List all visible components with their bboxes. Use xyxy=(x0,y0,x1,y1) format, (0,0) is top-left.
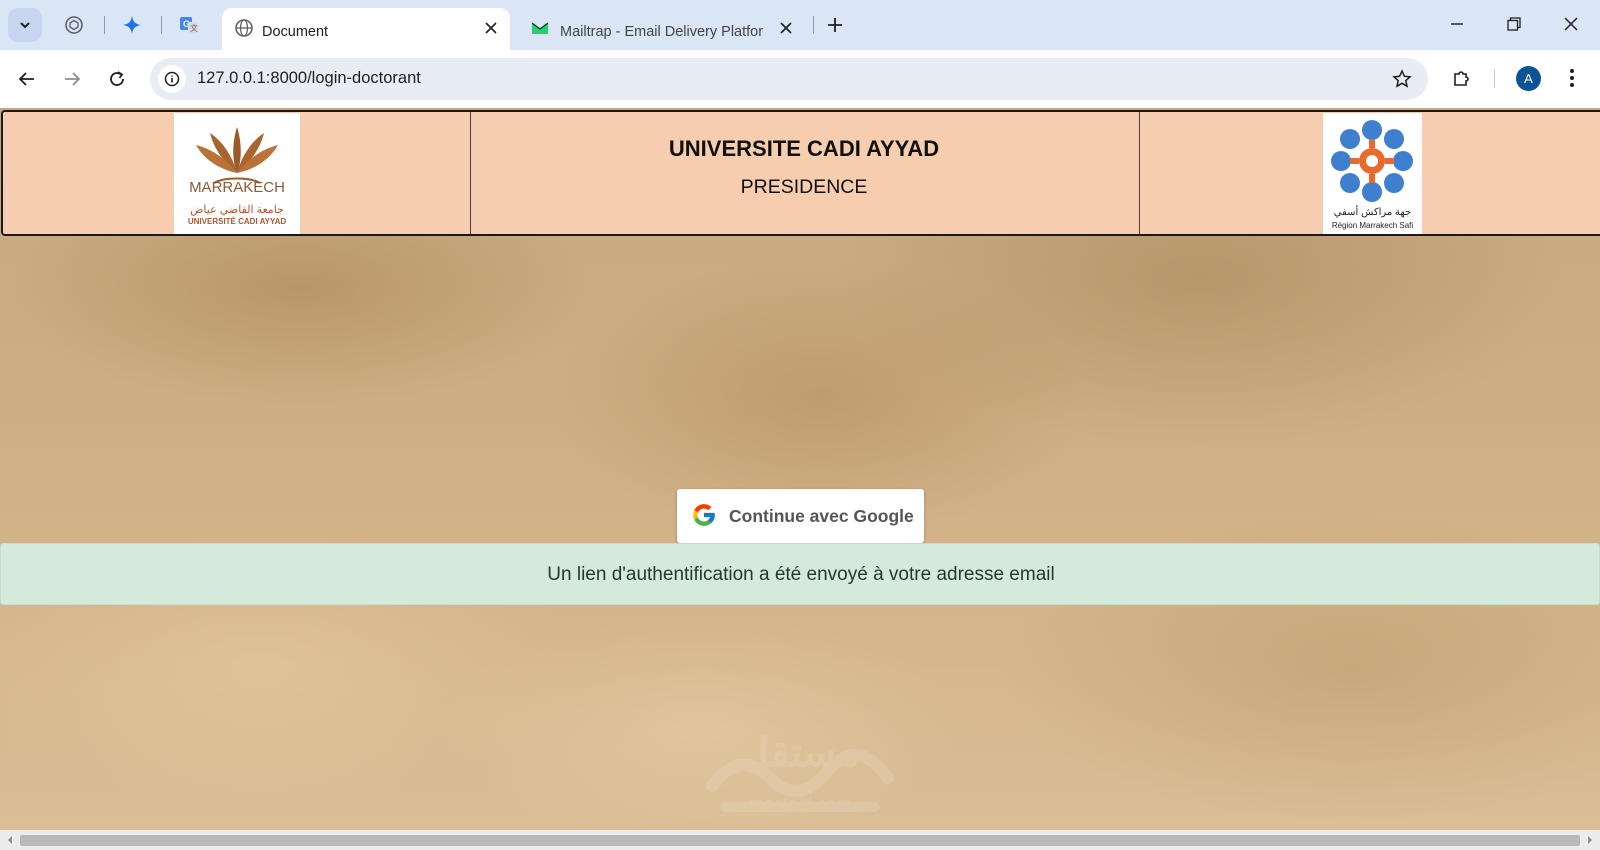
university-title: UNIVERSITE CADI AYYAD xyxy=(668,136,940,161)
svg-text:文: 文 xyxy=(190,23,198,33)
logo-marrakech-text: MARRAKECH xyxy=(189,179,285,196)
close-tab-button[interactable] xyxy=(481,18,501,38)
caret-right-icon xyxy=(1588,836,1592,844)
header-divider xyxy=(470,112,471,234)
google-g-icon xyxy=(693,504,715,526)
pinned-tab-translate[interactable]: G 文 xyxy=(177,13,201,37)
tab-strip: G 文 Document Mailtrap - Email Delivery P… xyxy=(0,0,1600,50)
bookmark-button[interactable] xyxy=(1390,67,1414,91)
close-window-button[interactable] xyxy=(1557,10,1585,38)
tab-title: Document xyxy=(262,24,329,40)
success-alert: Un lien d'authentification a été envoyé … xyxy=(0,543,1600,605)
close-icon xyxy=(780,22,792,34)
scroll-left-button[interactable] xyxy=(3,833,17,847)
tab-title: Mailtrap - Email Delivery Platfor xyxy=(560,24,764,40)
tab-separator xyxy=(104,16,105,34)
tab-document[interactable]: Document xyxy=(222,8,510,50)
puzzle-icon xyxy=(1454,71,1469,86)
page-viewport: MARRAKECH جامعة القاضي عياض UNIVERSITÉ CAD… xyxy=(0,108,1600,850)
site-info-button[interactable] xyxy=(158,65,186,93)
minimize-button[interactable] xyxy=(1443,10,1471,38)
info-icon xyxy=(164,71,180,87)
google-translate-icon: G 文 xyxy=(180,17,198,33)
pinned-tab-gemini[interactable] xyxy=(120,13,144,37)
browser-toolbar: 127.0.0.1:8000/login-doctorant A xyxy=(0,50,1600,108)
close-icon xyxy=(485,22,497,34)
uca-logo: MARRAKECH جامعة القاضي عياض UNIVERSITÉ CAD… xyxy=(174,113,300,234)
header-banner: MARRAKECH جامعة القاضي عياض UNIVERSITÉ CAD… xyxy=(1,110,1600,236)
globe-icon xyxy=(235,19,253,37)
region-logo: جهة مراكش أسفي Région Marrakech Safi xyxy=(1323,113,1422,234)
gemini-sparkle-icon xyxy=(123,16,141,34)
header-divider xyxy=(1139,112,1140,234)
google-login-label: Continue avec Google xyxy=(729,506,914,526)
close-tab-button[interactable] xyxy=(776,18,796,38)
minimize-icon xyxy=(1451,23,1463,25)
watermark-latin-text: mostaql.com xyxy=(748,794,852,814)
star-icon xyxy=(1392,69,1412,88)
scrollbar-thumb[interactable] xyxy=(20,835,1580,846)
region-arabic-text: جهة مراكش أسفي xyxy=(1333,207,1412,218)
mailtrap-icon xyxy=(531,22,549,34)
chatgpt-icon xyxy=(65,16,83,34)
chevron-down-icon xyxy=(20,22,30,29)
close-icon xyxy=(1564,17,1578,31)
tab-mailtrap[interactable]: Mailtrap - Email Delivery Platfor xyxy=(518,8,810,50)
address-bar[interactable]: 127.0.0.1:8000/login-doctorant xyxy=(150,58,1428,100)
arrow-left-icon xyxy=(18,72,34,86)
google-login-button[interactable]: Continue avec Google xyxy=(677,489,924,543)
tab-separator xyxy=(161,16,162,34)
pinned-tab-chatgpt[interactable] xyxy=(62,13,86,37)
browser-menu-button[interactable] xyxy=(1562,64,1582,92)
extensions-button[interactable] xyxy=(1448,64,1476,92)
forward-button[interactable] xyxy=(58,65,86,93)
plus-icon xyxy=(828,18,842,32)
arrow-right-icon xyxy=(65,72,81,86)
kebab-menu-icon xyxy=(1570,69,1574,87)
tab-search-button[interactable] xyxy=(8,8,42,42)
university-subtitle: PRESIDENCE xyxy=(740,176,868,198)
region-caption-text: Région Marrakech Safi xyxy=(1331,221,1414,230)
back-button[interactable] xyxy=(13,65,41,93)
new-tab-button[interactable] xyxy=(823,13,847,37)
tab-separator xyxy=(813,16,814,34)
restore-icon xyxy=(1507,17,1521,31)
restore-button[interactable] xyxy=(1500,10,1528,38)
mostaql-watermark: مستقل mostaql.com xyxy=(700,728,900,820)
reload-icon xyxy=(110,71,124,86)
scroll-right-button[interactable] xyxy=(1583,833,1597,847)
logo-caption-text: UNIVERSITÉ CADI AYYAD xyxy=(187,217,287,226)
caret-left-icon xyxy=(8,836,12,844)
watermark-arabic-text: مستقل xyxy=(740,731,860,775)
horizontal-scrollbar[interactable] xyxy=(0,830,1600,850)
logo-arabic-text: جامعة القاضي عياض xyxy=(190,204,284,216)
profile-avatar[interactable]: A xyxy=(1516,66,1541,91)
url-text: 127.0.0.1:8000/login-doctorant xyxy=(197,69,421,87)
alert-message: Un lien d'authentification a été envoyé … xyxy=(547,564,1055,585)
toolbar-separator xyxy=(1494,70,1495,88)
reload-button[interactable] xyxy=(103,65,131,93)
